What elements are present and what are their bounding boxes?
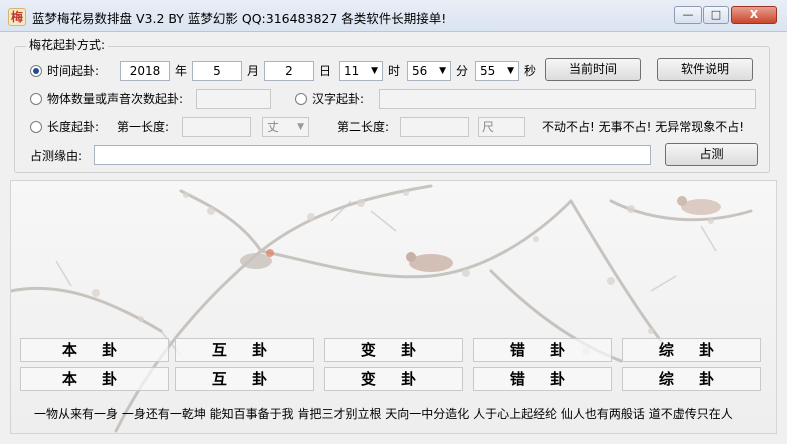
object-count-method-label: 物体数量或声音次数起卦: [47,92,184,106]
bottom-poem: 一物从来有一身 一身还有一乾坤 能知百事备于我 肯把三才别立根 天向一中分造化 … [34,407,733,421]
ben-gua-cell: 本 卦 [20,367,169,391]
software-help-button[interactable]: 软件说明 [657,58,753,81]
first-length-field[interactable] [182,117,251,137]
plum-blossom-app-icon: 梅 [8,8,26,26]
ben-gua-cell: 本 卦 [20,338,169,362]
minimize-button[interactable]: — [674,6,702,24]
divine-button[interactable]: 占测 [665,143,758,166]
hu-gua-cell: 互 卦 [175,338,314,362]
zong-gua-cell: 综 卦 [622,338,761,362]
length-method-label: 长度起卦: [47,120,100,134]
year-field[interactable]: 2018 [120,61,170,81]
hu-gua-cell: 互 卦 [175,367,314,391]
bird-right [677,196,721,215]
hanzi-method-label: 汉字起卦: [312,92,365,106]
chevron-down-icon: ▼ [507,66,514,76]
object-count-method-radio[interactable] [30,93,42,105]
chevron-down-icon: ▼ [439,66,446,76]
bian-gua-cell: 变 卦 [324,338,463,362]
minute-unit: 分 [456,64,469,78]
hour-select-value: 11 [344,64,360,78]
time-method-label: 时间起卦: [47,64,100,78]
chevron-down-icon: ▼ [297,122,304,132]
hour-select[interactable]: 11 ▼ [339,61,383,81]
cuo-gua-cell: 错 卦 [473,367,612,391]
bird-middle [406,252,453,272]
second-length-field[interactable] [400,117,469,137]
object-count-field[interactable] [196,89,271,109]
day-field[interactable]: 2 [264,61,314,81]
first-length-unit-value: 丈 [267,120,280,134]
length-method-radio[interactable] [30,121,42,133]
bird-left [240,249,274,269]
second-unit: 秒 [524,64,537,78]
maximize-button[interactable]: □ [703,6,729,24]
zong-gua-cell: 综 卦 [622,367,761,391]
reason-label: 占测缘由: [30,149,83,163]
group-label: 梅花起卦方式: [26,38,109,52]
first-length-unit-select[interactable]: 丈 ▼ [262,117,309,137]
year-unit: 年 [175,64,188,78]
hour-unit: 时 [388,64,401,78]
cuo-gua-cell: 错 卦 [473,338,612,362]
time-method-radio[interactable] [30,65,42,77]
plum-branches-illustration [11,184,753,433]
bian-gua-cell: 变 卦 [324,367,463,391]
chevron-down-icon: ▼ [371,66,378,76]
day-unit: 日 [319,64,332,78]
minute-select-value: 56 [412,64,428,78]
second-length-unit-field[interactable]: 尺 [478,117,525,137]
second-length-label: 第二长度: [337,120,390,134]
window-title: 蓝梦梅花易数排盘 V3.2 BY 蓝梦幻影 QQ:316483827 各类软件长… [32,11,447,26]
second-select-value: 55 [480,64,496,78]
plum-blossom-painting [10,180,777,434]
current-time-button[interactable]: 当前时间 [545,58,641,81]
divination-notice: 不动不占! 无事不占! 无异常现象不占! [542,120,745,134]
month-unit: 月 [247,64,260,78]
reason-input[interactable] [94,145,651,165]
month-field[interactable]: 5 [192,61,242,81]
second-select[interactable]: 55 ▼ [475,61,519,81]
minute-select[interactable]: 56 ▼ [407,61,451,81]
first-length-label: 第一长度: [117,120,170,134]
hanzi-field[interactable] [379,89,756,109]
close-button[interactable]: X [731,6,777,24]
hanzi-method-radio[interactable] [295,93,307,105]
